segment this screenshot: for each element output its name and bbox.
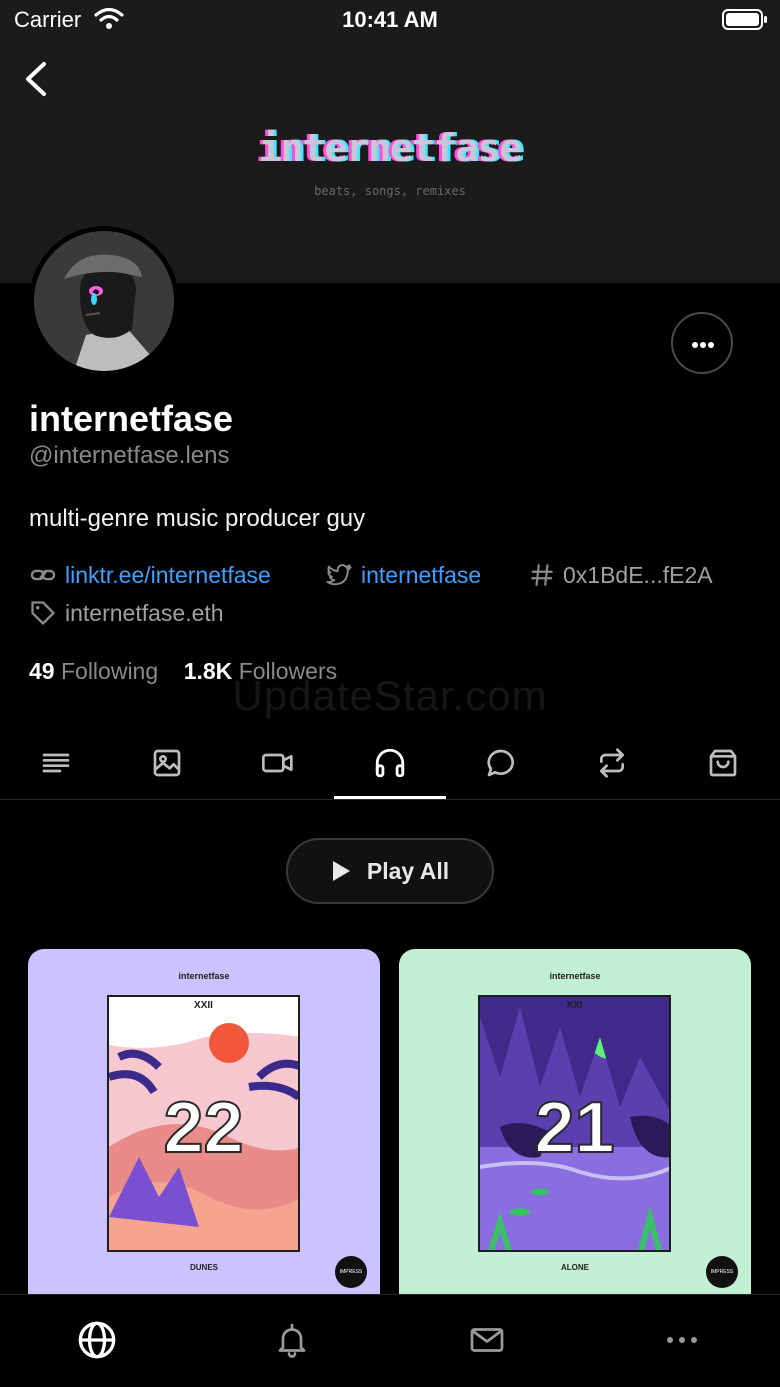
mail-icon <box>470 1328 504 1352</box>
album-track-title: DUNES <box>189 1263 218 1272</box>
profile-handle: @internetfase.lens <box>29 442 230 469</box>
tab-comments[interactable] <box>445 726 556 799</box>
album-number: 21 <box>533 1087 615 1169</box>
ens-name[interactable]: internetfase.eth <box>29 599 224 627</box>
profile-stats: 49 Following 1.8K Followers <box>29 658 337 685</box>
video-icon <box>261 753 293 772</box>
following-stat[interactable]: 49 Following <box>29 658 165 684</box>
nav-explore[interactable] <box>72 1315 122 1365</box>
ens-name-label: internetfase.eth <box>65 599 224 626</box>
profile-name: internetfase <box>29 398 234 439</box>
twitter-link-label: internetfase <box>361 561 482 588</box>
tab-mirrors[interactable] <box>556 726 667 799</box>
bottom-navigation <box>0 1294 780 1387</box>
image-icon <box>153 749 180 776</box>
hashtag-icon <box>531 564 553 586</box>
followers-label: Followers <box>238 658 338 684</box>
website-link[interactable]: linktr.ee/internetfase <box>29 561 271 589</box>
avatar-image <box>34 231 174 371</box>
album-badge: IMPRESS YOURSELF <box>706 1256 738 1288</box>
followers-count: 1.8K <box>183 658 233 684</box>
battery-icon <box>722 9 767 30</box>
dot <box>700 342 706 348</box>
album-badge: IMPRESS YOURSELF <box>335 1256 367 1288</box>
headphones-icon <box>375 748 404 777</box>
play-icon <box>332 861 350 881</box>
website-link-label: linktr.ee/internetfase <box>65 561 271 588</box>
play-all-button[interactable]: Play All <box>286 838 494 904</box>
album-roman-numeral: XXII <box>194 1000 213 1011</box>
album-number: 22 <box>162 1087 244 1169</box>
tab-posts[interactable] <box>0 726 111 799</box>
globe-icon <box>78 1321 116 1359</box>
album-cover: XXI 21 <box>478 995 671 1252</box>
album-artist: internetfase <box>178 971 230 981</box>
tag-icon <box>31 601 55 625</box>
dot <box>692 342 698 348</box>
album-roman-numeral: XXI <box>566 1000 583 1011</box>
link-icon <box>30 569 56 581</box>
wallet-address[interactable]: 0x1BdE...fE2A <box>529 561 713 589</box>
banner-subtitle: beats, songs, remixes <box>314 184 466 198</box>
profile-feed-tabs <box>0 726 780 800</box>
more-horizontal-icon <box>667 1337 697 1343</box>
following-label: Following <box>60 658 159 684</box>
chevron-left-icon <box>26 62 46 96</box>
text-lines-icon <box>42 753 69 772</box>
album-card[interactable]: internetfase XXI 21 ALONE IMPRESS YOURSE… <box>399 949 751 1294</box>
shopping-bag-icon <box>709 749 736 776</box>
album-card[interactable]: internetfase XXII 22 DUNES IMPRESS YOURS… <box>28 949 380 1294</box>
followers-stat[interactable]: 1.8K Followers <box>184 658 337 684</box>
tab-audio[interactable] <box>334 726 445 799</box>
play-all-label: Play All <box>366 857 450 884</box>
profile-bio: multi-genre music producer guy <box>29 505 366 532</box>
following-count: 49 <box>29 658 55 684</box>
twitter-link[interactable]: internetfase <box>325 561 481 589</box>
dot <box>708 342 714 348</box>
more-options-button[interactable] <box>671 312 733 374</box>
repost-icon <box>599 747 624 778</box>
nav-more[interactable] <box>657 1315 707 1365</box>
nav-messages[interactable] <box>462 1315 512 1365</box>
comment-icon <box>486 749 514 776</box>
active-tab-indicator <box>334 796 446 799</box>
status-bar: Carrier 10:41 AM <box>0 0 780 40</box>
tab-images[interactable] <box>111 726 222 799</box>
banner-title: internetfase <box>258 126 523 170</box>
bell-icon <box>278 1323 306 1358</box>
tab-videos[interactable] <box>222 726 333 799</box>
album-artist: internetfase <box>549 971 601 981</box>
album-cover: XXII 22 <box>107 995 300 1252</box>
avatar-illustration <box>34 231 174 371</box>
nav-notifications[interactable] <box>267 1315 317 1365</box>
tab-collects[interactable] <box>667 726 778 799</box>
avatar[interactable] <box>29 226 179 376</box>
status-time: 10:41 AM <box>342 7 438 32</box>
twitter-icon <box>326 564 352 586</box>
wallet-address-label: 0x1BdE...fE2A <box>563 561 713 588</box>
album-track-title: ALONE <box>561 1263 589 1272</box>
back-button[interactable] <box>18 56 58 102</box>
